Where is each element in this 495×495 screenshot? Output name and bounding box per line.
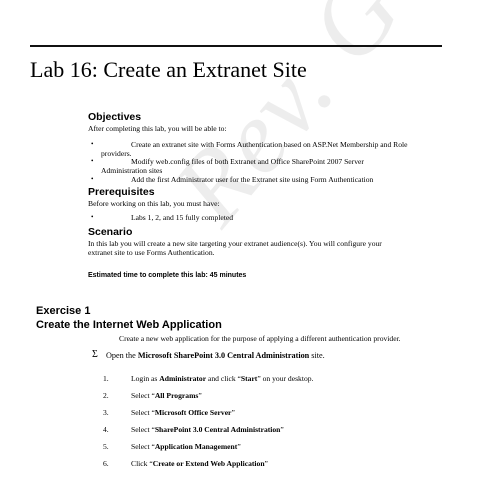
objective-item-3: Add the first Administrator user for the… xyxy=(131,175,374,184)
exercise-title: Create the Internet Web Application xyxy=(36,319,222,331)
objectives-heading: Objectives xyxy=(88,111,142,123)
step-bold-text: All Programs xyxy=(154,391,199,400)
step-plain-text: Select “ xyxy=(131,408,155,417)
step-bold-text: Administrator xyxy=(159,374,207,383)
bullet-icon: • xyxy=(91,175,94,183)
exercise-description: Create a new web application for the pur… xyxy=(119,334,401,343)
task-line: Open the Microsoft SharePoint 3.0 Centra… xyxy=(106,351,325,360)
bullet-icon: • xyxy=(91,140,94,148)
task-suffix: site. xyxy=(309,351,325,360)
step-bold-text: Microsoft Office Server xyxy=(154,408,232,417)
step-plain-text: Select “ xyxy=(131,425,155,434)
step-plain-text: Select “ xyxy=(131,391,155,400)
step-plain-text: Select “ xyxy=(131,442,155,451)
objective-item-2: Modify web.config files of both Extranet… xyxy=(131,157,364,166)
step-number: 6. xyxy=(103,459,109,468)
step-plain-text: ” on your desktop. xyxy=(257,374,314,383)
bullet-icon: • xyxy=(91,157,94,165)
exercise-number: Exercise 1 xyxy=(36,305,91,317)
step-plain-text: ” xyxy=(264,459,268,468)
task-bold: Microsoft SharePoint 3.0 Central Adminis… xyxy=(137,351,310,360)
step-plain-text: ” xyxy=(231,408,235,417)
scenario-line-2: extranet site to use Forms Authenticatio… xyxy=(88,248,215,257)
task-prefix: Open the xyxy=(106,351,138,360)
step-text: Select “SharePoint 3.0 Central Administr… xyxy=(131,425,284,434)
step-number: 4. xyxy=(103,425,109,434)
scenario-line-1: In this lab you will create a new site t… xyxy=(88,239,382,248)
estimated-time: Estimated time to complete this lab: 45 … xyxy=(88,272,247,279)
objectives-intro: After completing this lab, you will be a… xyxy=(88,124,227,133)
step-text: Select “All Programs” xyxy=(131,391,202,400)
step-plain-text: and click “ xyxy=(206,374,241,383)
title-rule xyxy=(30,45,442,47)
step-number: 1. xyxy=(103,374,109,383)
step-number: 5. xyxy=(103,442,109,451)
step-bold-text: Create or Extend Web Application xyxy=(152,459,265,468)
sigma-icon: Σ xyxy=(92,349,98,360)
step-text: Click “Create or Extend Web Application” xyxy=(131,459,268,468)
step-bold-text: Application Management xyxy=(154,442,238,451)
prerequisite-item-1: Labs 1, 2, and 15 fully completed xyxy=(131,213,234,222)
step-plain-text: ” xyxy=(237,442,241,451)
step-text: Select “Microsoft Office Server” xyxy=(131,408,235,417)
step-plain-text: Login as xyxy=(131,374,160,383)
scenario-heading: Scenario xyxy=(88,226,133,238)
step-text: Login as Administrator and click “Start”… xyxy=(131,374,313,383)
step-plain-text: Click “ xyxy=(131,459,153,468)
objective-item-2-cont: Administration sites xyxy=(101,166,163,175)
step-number: 3. xyxy=(103,408,109,417)
objective-item-1: Create an extranet site with Forms Authe… xyxy=(131,140,408,149)
step-bold-text: SharePoint 3.0 Central Administration xyxy=(154,425,281,434)
step-plain-text: ” xyxy=(280,425,284,434)
prerequisites-intro: Before working on this lab, you must hav… xyxy=(88,199,220,208)
step-number: 2. xyxy=(103,391,109,400)
step-text: Select “Application Management” xyxy=(131,442,241,451)
step-plain-text: ” xyxy=(198,391,202,400)
page-title: Lab 16: Create an Extranet Site xyxy=(30,57,307,82)
bullet-icon: • xyxy=(91,213,94,221)
prerequisites-heading: Prerequisites xyxy=(88,186,155,198)
step-bold-text: Start xyxy=(240,374,258,383)
objective-item-1-cont: providers. xyxy=(101,149,132,158)
